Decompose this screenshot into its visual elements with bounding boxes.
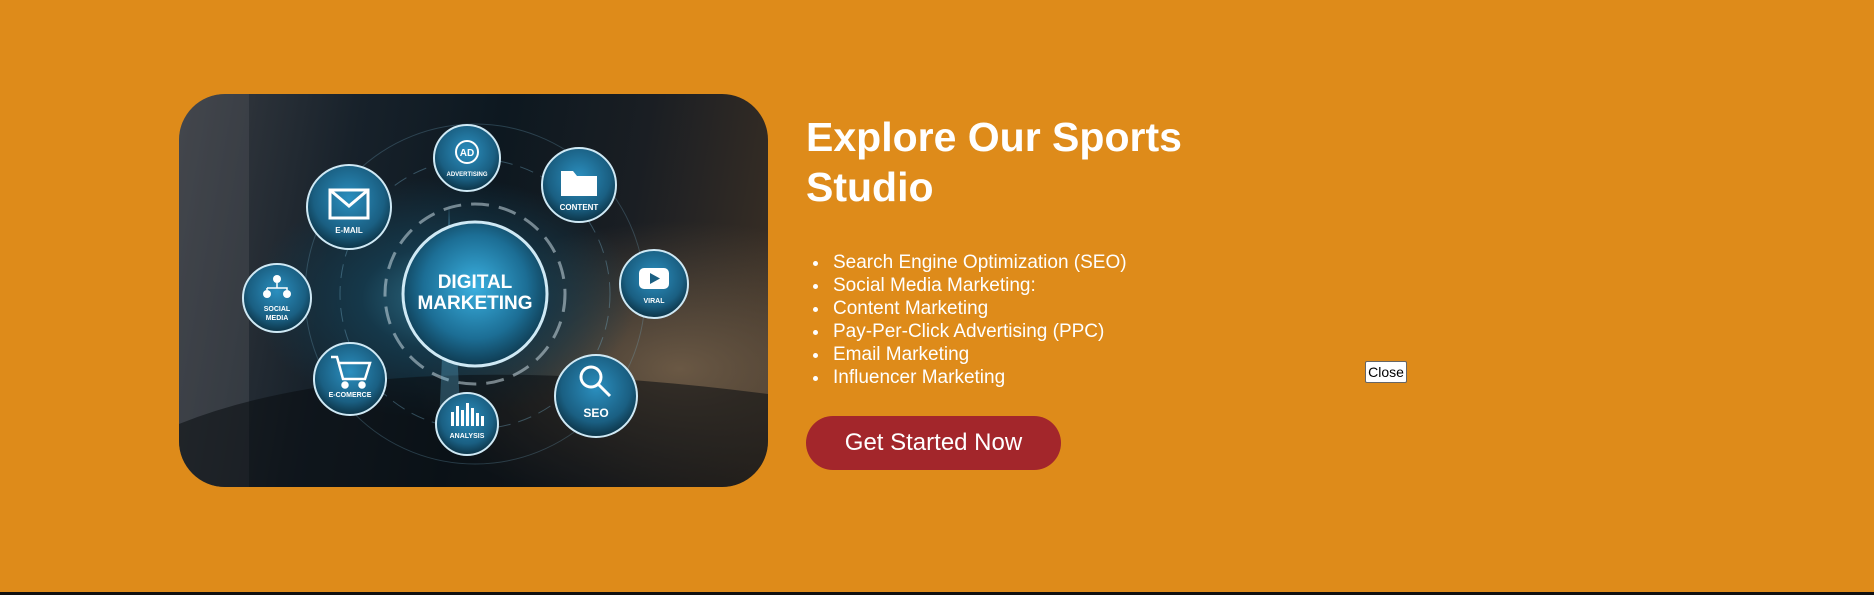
promo-banner: DIGITAL MARKETING AD ADVERTISING CONTENT	[0, 0, 1874, 592]
seo-label: SEO	[583, 406, 608, 420]
analysis-node: ANALYSIS	[435, 392, 499, 456]
play-icon	[639, 268, 669, 289]
get-started-button[interactable]: Get Started Now	[806, 416, 1061, 470]
social-media-node: SOCIAL MEDIA	[242, 263, 312, 333]
digital-marketing-image: DIGITAL MARKETING AD ADVERTISING CONTENT	[179, 94, 768, 487]
list-item: Social Media Marketing:	[813, 274, 1266, 297]
viral-node: VIRAL	[619, 249, 689, 319]
promo-content: Explore Our Sports Studio Search Engine …	[806, 112, 1266, 389]
center-node: DIGITAL MARKETING	[401, 220, 549, 368]
content-label: CONTENT	[560, 203, 599, 212]
list-item: Email Marketing	[813, 343, 1266, 366]
ecommerce-node: E-COMERCE	[313, 342, 387, 416]
advertising-node: AD ADVERTISING	[433, 124, 501, 192]
center-title-line2: MARKETING	[417, 293, 532, 314]
page-title: Explore Our Sports Studio	[806, 114, 1182, 210]
center-title-line1: DIGITAL	[438, 272, 513, 293]
email-label: E-MAIL	[335, 226, 363, 235]
social-label-line2: MEDIA	[266, 315, 289, 322]
services-list: Search Engine Optimization (SEO) Social …	[806, 251, 1266, 389]
list-item: Content Marketing	[813, 297, 1266, 320]
analysis-label: ANALYSIS	[450, 433, 485, 440]
email-node: E-MAIL	[306, 164, 392, 250]
close-button[interactable]: Close	[1365, 361, 1407, 383]
advertising-label: ADVERTISING	[446, 172, 487, 178]
content-node: CONTENT	[541, 147, 617, 223]
list-item: Pay-Per-Click Advertising (PPC)	[813, 320, 1266, 343]
seo-node: SEO	[554, 354, 638, 438]
ecommerce-label: E-COMERCE	[329, 392, 372, 399]
list-item: Influencer Marketing	[813, 366, 1266, 389]
list-item: Search Engine Optimization (SEO)	[813, 251, 1266, 274]
social-label-line1: SOCIAL	[264, 306, 291, 313]
viral-label: VIRAL	[644, 298, 666, 305]
ad-symbol: AD	[460, 148, 474, 159]
